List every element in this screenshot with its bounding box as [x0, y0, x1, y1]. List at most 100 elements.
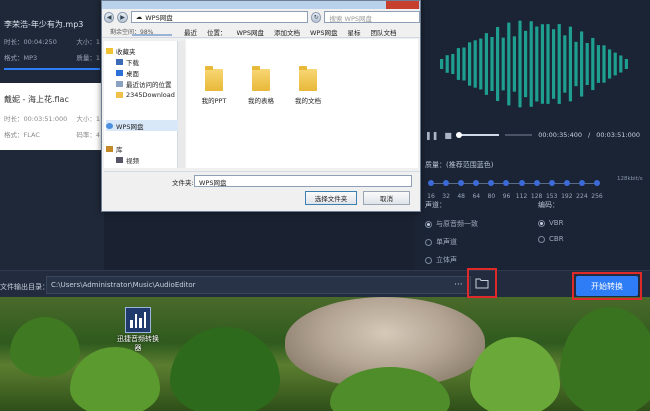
forward-icon[interactable]: ▶ [117, 11, 128, 23]
waveform-bar [552, 29, 556, 99]
waveform-bar [501, 37, 505, 91]
quality-stop[interactable] [443, 180, 450, 186]
waveform-bar [580, 31, 584, 97]
quality-tick-label: 256 [591, 193, 603, 200]
quality-slider-track [431, 183, 597, 184]
output-dir-input[interactable]: C:\Users\Administrator\Music\AudioEditor [46, 276, 471, 294]
waveform-bar [557, 24, 561, 104]
location-label: 位置： [207, 29, 227, 37]
quality-stop[interactable] [594, 180, 600, 186]
stop-icon[interactable]: ■ [444, 131, 452, 140]
channel-option-original[interactable]: 与原音频一致 [425, 219, 478, 229]
quality-stop[interactable] [458, 180, 465, 186]
playback-knob[interactable] [455, 132, 462, 138]
quality-stop[interactable] [488, 180, 495, 186]
folder-item[interactable]: 我的文档 [288, 66, 328, 105]
quality-stop[interactable] [533, 180, 540, 186]
folder-name-input[interactable]: WPS网盘 [194, 175, 412, 187]
back-icon[interactable]: ◀ [104, 11, 115, 23]
recent-button[interactable]: 最近 [184, 27, 197, 37]
nav-library[interactable]: 库 [106, 143, 123, 154]
folder-item[interactable]: 我的表格 [241, 66, 281, 105]
desktop-icon [116, 69, 123, 76]
waveform-bar [507, 22, 511, 106]
desktop-app-shortcut[interactable]: 迅捷音频转换器 [116, 307, 160, 353]
option-label: 与原音频一致 [436, 220, 478, 228]
more-button[interactable]: ··· [454, 280, 463, 290]
refresh-icon[interactable]: ↻ [311, 11, 322, 23]
add-document-button[interactable]: 添加文档 [274, 27, 300, 37]
nav-2345download[interactable]: 2345Download [116, 89, 175, 100]
radio-icon[interactable] [538, 219, 545, 227]
dialog-titlebar [102, 1, 420, 9]
nav-scrollbar[interactable] [178, 41, 185, 168]
radio-icon[interactable] [425, 256, 432, 264]
recent-places-icon [116, 80, 123, 87]
folder-item[interactable]: 我的PPT [194, 66, 234, 105]
location-value[interactable]: WPS网盘 [237, 27, 264, 37]
track-progress [4, 68, 100, 70]
quality-stop[interactable] [518, 180, 525, 186]
waveform-bar [535, 26, 539, 102]
quality-tick-label: 96 [502, 193, 511, 200]
nav-wps-drive[interactable]: WPS网盘 [106, 120, 178, 131]
quality-tick-label: 224 [576, 193, 588, 200]
track-item[interactable]: 李荣浩-年少有为.mp3 时长：00:04:250 大小：1 格式：MP3 质量：1 [0, 14, 104, 76]
folder-label: 我的PPT [201, 97, 227, 105]
radio-icon[interactable] [425, 238, 432, 246]
quality-tick-label: 192 [561, 193, 573, 200]
quality-stop[interactable] [503, 180, 510, 186]
folder-label: 我的表格 [248, 97, 274, 105]
dialog-close-button[interactable] [386, 1, 419, 9]
select-folder-button[interactable]: 选择文件夹 [305, 191, 357, 205]
nav-desktop[interactable]: 桌面 [116, 67, 139, 78]
address-segment: WPS网盘 [145, 14, 173, 22]
dialog-file-pane: 我的PPT 我的表格 我的文档 [186, 39, 418, 168]
channel-option-stereo[interactable]: 立体声 [425, 255, 478, 265]
waveform-bar [568, 26, 572, 102]
team-docs-button[interactable]: 团队文档 [370, 27, 396, 37]
open-folder-button[interactable] [467, 268, 497, 298]
encoding-group: 编码： VBR CBR [538, 200, 564, 251]
track-item[interactable]: 戴妮 - 海上花.flac 时长：00:03:51:000 大小：1 格式：FLA… [0, 83, 104, 150]
quota-bar [132, 34, 172, 36]
cloud-icon: ☁ [135, 13, 143, 21]
track-duration: 时长：00:04:250 [4, 38, 57, 46]
address-bar[interactable]: ☁ WPS网盘 [130, 11, 309, 23]
quality-stop[interactable] [563, 180, 570, 186]
waveform-bar [462, 47, 466, 81]
dialog-nav-pane: 收藏夹 下载 桌面 最近访问的位置 2345Download WPS网盘 库 视… [104, 41, 178, 168]
quality-stop[interactable] [578, 180, 585, 186]
waveform-bar [608, 49, 612, 79]
channel-option-mono[interactable]: 单声道 [425, 237, 478, 247]
quality-stop[interactable] [428, 180, 434, 186]
quality-stop[interactable] [473, 180, 480, 186]
waveform-bar [451, 53, 455, 75]
playback-progress[interactable] [455, 132, 499, 138]
starred-button[interactable]: 星标 [347, 27, 360, 37]
waveform-visualizer [440, 20, 628, 108]
quality-slider[interactable]: 16 32 48 64 80 96 112 128 153 192 224 256 [425, 178, 603, 200]
waveform-bar [574, 41, 578, 87]
track-quality: 码率：4 [76, 131, 100, 139]
output-dir-label: 文件输出目录： [0, 283, 49, 291]
nav-videos[interactable]: 视频 [116, 154, 139, 165]
cancel-button[interactable]: 取消 [363, 191, 410, 205]
nav-downloads[interactable]: 下载 [116, 56, 139, 67]
star-icon [106, 47, 113, 54]
radio-icon[interactable] [538, 235, 545, 243]
player-controls: ❚❚ ■ 00:00:35:400 / 00:03:51:000 [425, 128, 640, 142]
nav-favorites[interactable]: 收藏夹 [106, 45, 136, 56]
pause-icon[interactable]: ❚❚ [425, 131, 438, 140]
encoding-option-vbr[interactable]: VBR [538, 219, 564, 227]
quality-stop[interactable] [548, 180, 555, 186]
wps-drive-button[interactable]: WPS网盘 [310, 27, 337, 37]
option-label: 单声道 [436, 238, 457, 246]
encoding-option-cbr[interactable]: CBR [538, 235, 564, 243]
nav-recent[interactable]: 最近访问的位置 [116, 78, 172, 89]
dialog-search-input[interactable]: 搜索 WPS网盘 [324, 11, 421, 23]
waveform-bar [479, 38, 483, 90]
start-convert-button[interactable]: 开始转换 [576, 276, 638, 296]
radio-icon[interactable] [425, 220, 432, 228]
track-size: 大小：1 [76, 38, 100, 46]
